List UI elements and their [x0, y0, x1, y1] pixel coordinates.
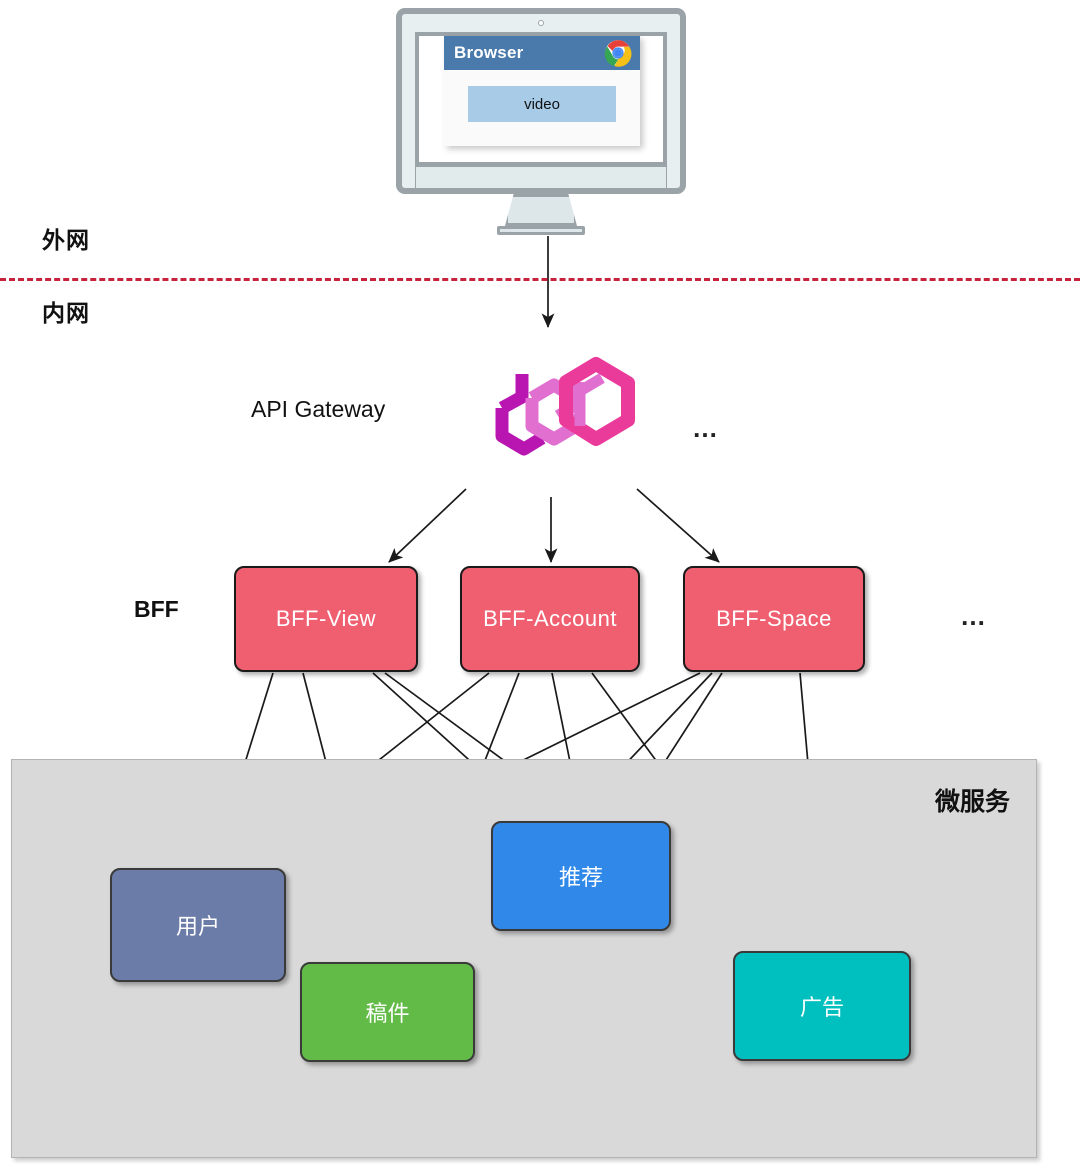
node-service-recommend[interactable]: 推荐 [491, 821, 671, 931]
node-layer: Browser video 外网 内网 API Gateway … BFF BF… [0, 0, 1080, 1170]
node-service-content[interactable]: 稿件 [300, 962, 475, 1062]
bff-tier-label: BFF [134, 596, 179, 622]
node-bff-space-label: BFF-Space [716, 606, 832, 631]
node-service-ads[interactable]: 广告 [733, 951, 911, 1061]
node-service-user[interactable]: 用户 [110, 868, 286, 982]
monitor-stand-neck [505, 194, 577, 226]
browser-viewport: video [444, 70, 640, 146]
node-bff-view[interactable]: BFF-View [234, 566, 418, 672]
node-bff-account[interactable]: BFF-Account [460, 566, 640, 672]
browser-title: Browser [454, 43, 524, 62]
gateway-more-indicator: … [692, 413, 720, 443]
diagram-canvas: Browser video 外网 内网 API Gateway … BFF BF… [0, 0, 1080, 1170]
video-placeholder: video [468, 86, 616, 122]
browser-title-bar: Browser [444, 36, 640, 70]
node-bff-view-label: BFF-View [275, 606, 377, 631]
monitor-stand-base [497, 226, 585, 235]
webcam-icon [538, 20, 544, 26]
browser-window: Browser video [444, 36, 640, 146]
node-service-content-label: 稿件 [365, 1001, 410, 1026]
node-service-ads-label: 广告 [799, 995, 844, 1020]
node-bff-account-label: BFF-Account [483, 606, 617, 631]
node-service-recommend-label: 推荐 [558, 865, 603, 890]
api-gateway-label: API Gateway [251, 396, 386, 422]
microservices-region-label: 微服务 [934, 788, 1010, 816]
inner-network-label: 内网 [42, 300, 90, 326]
node-service-user-label: 用户 [175, 914, 220, 939]
video-label: video [524, 95, 560, 113]
outer-network-label: 外网 [42, 227, 90, 253]
network-boundary-divider [0, 278, 1080, 281]
chrome-logo-icon [604, 40, 632, 67]
node-bff-space[interactable]: BFF-Space [683, 566, 865, 672]
bff-more-indicator: … [960, 601, 988, 631]
monitor-chin [415, 166, 667, 189]
api-gateway-hexagon-icon [495, 357, 635, 456]
